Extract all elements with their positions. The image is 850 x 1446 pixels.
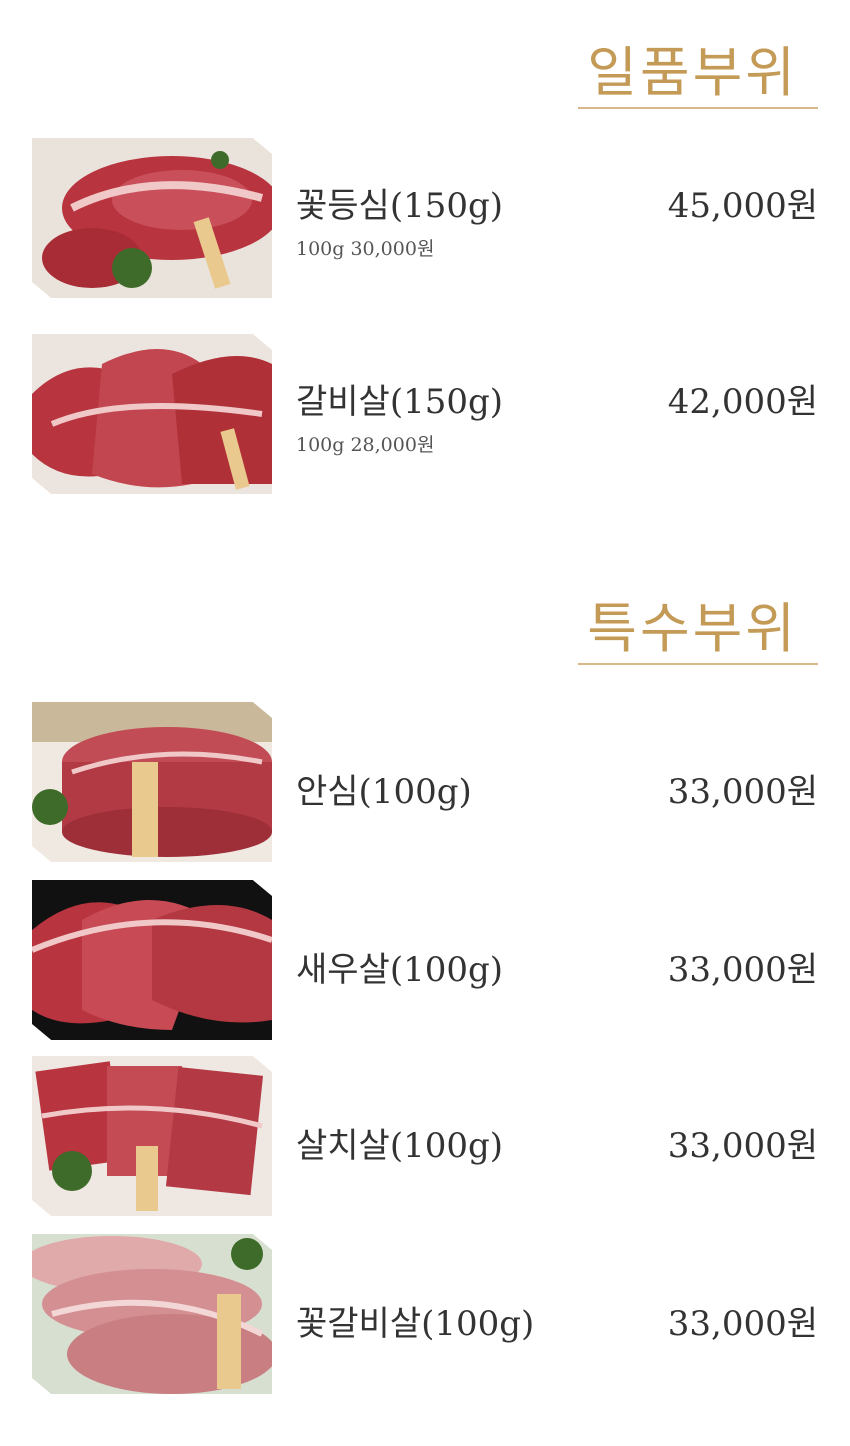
rib-finger-photo [32,334,272,494]
item-price: 42,000원 [667,382,818,422]
item-price: 33,000원 [667,950,818,990]
item-price: 33,000원 [667,1126,818,1166]
menu-item-chuck-flap[interactable]: 살치살(100g) 33,000원 [0,1056,850,1216]
item-price: 33,000원 [667,1304,818,1344]
menu-item-ribeye[interactable]: 꽃등심(150g) 100g 30,000원 45,000원 [0,138,850,298]
menu-item-rib-finger[interactable]: 갈비살(150g) 100g 28,000원 42,000원 [0,334,850,494]
item-name: 갈비살(150g) [296,382,504,422]
menu-item-rib-eye-cap[interactable]: 새우살(100g) 33,000원 [0,880,850,1040]
section-title-divider [578,663,818,665]
section-title-premium: 일품부위 [587,41,798,104]
item-name: 꽃등심(150g) [296,186,504,226]
chuck-flap-photo [32,1056,272,1216]
tenderloin-photo [32,702,272,862]
item-price: 33,000원 [667,772,818,812]
ribeye-photo [32,138,272,298]
item-name: 살치살(100g) [296,1126,504,1166]
item-unit-price: 100g 28,000원 [296,434,435,456]
section-title-divider [578,107,818,109]
section-title-special: 특수부위 [587,597,798,660]
item-unit-price: 100g 30,000원 [296,238,435,260]
item-name: 안심(100g) [296,772,472,812]
menu-item-boneless-short-rib[interactable]: 꽃갈비살(100g) 33,000원 [0,1234,850,1394]
item-price: 45,000원 [667,186,818,226]
menu-item-tenderloin[interactable]: 안심(100g) 33,000원 [0,702,850,862]
item-name: 꽃갈비살(100g) [296,1304,535,1344]
rib-eye-cap-photo [32,880,272,1040]
item-name: 새우살(100g) [296,950,504,990]
boneless-short-rib-photo [32,1234,272,1394]
